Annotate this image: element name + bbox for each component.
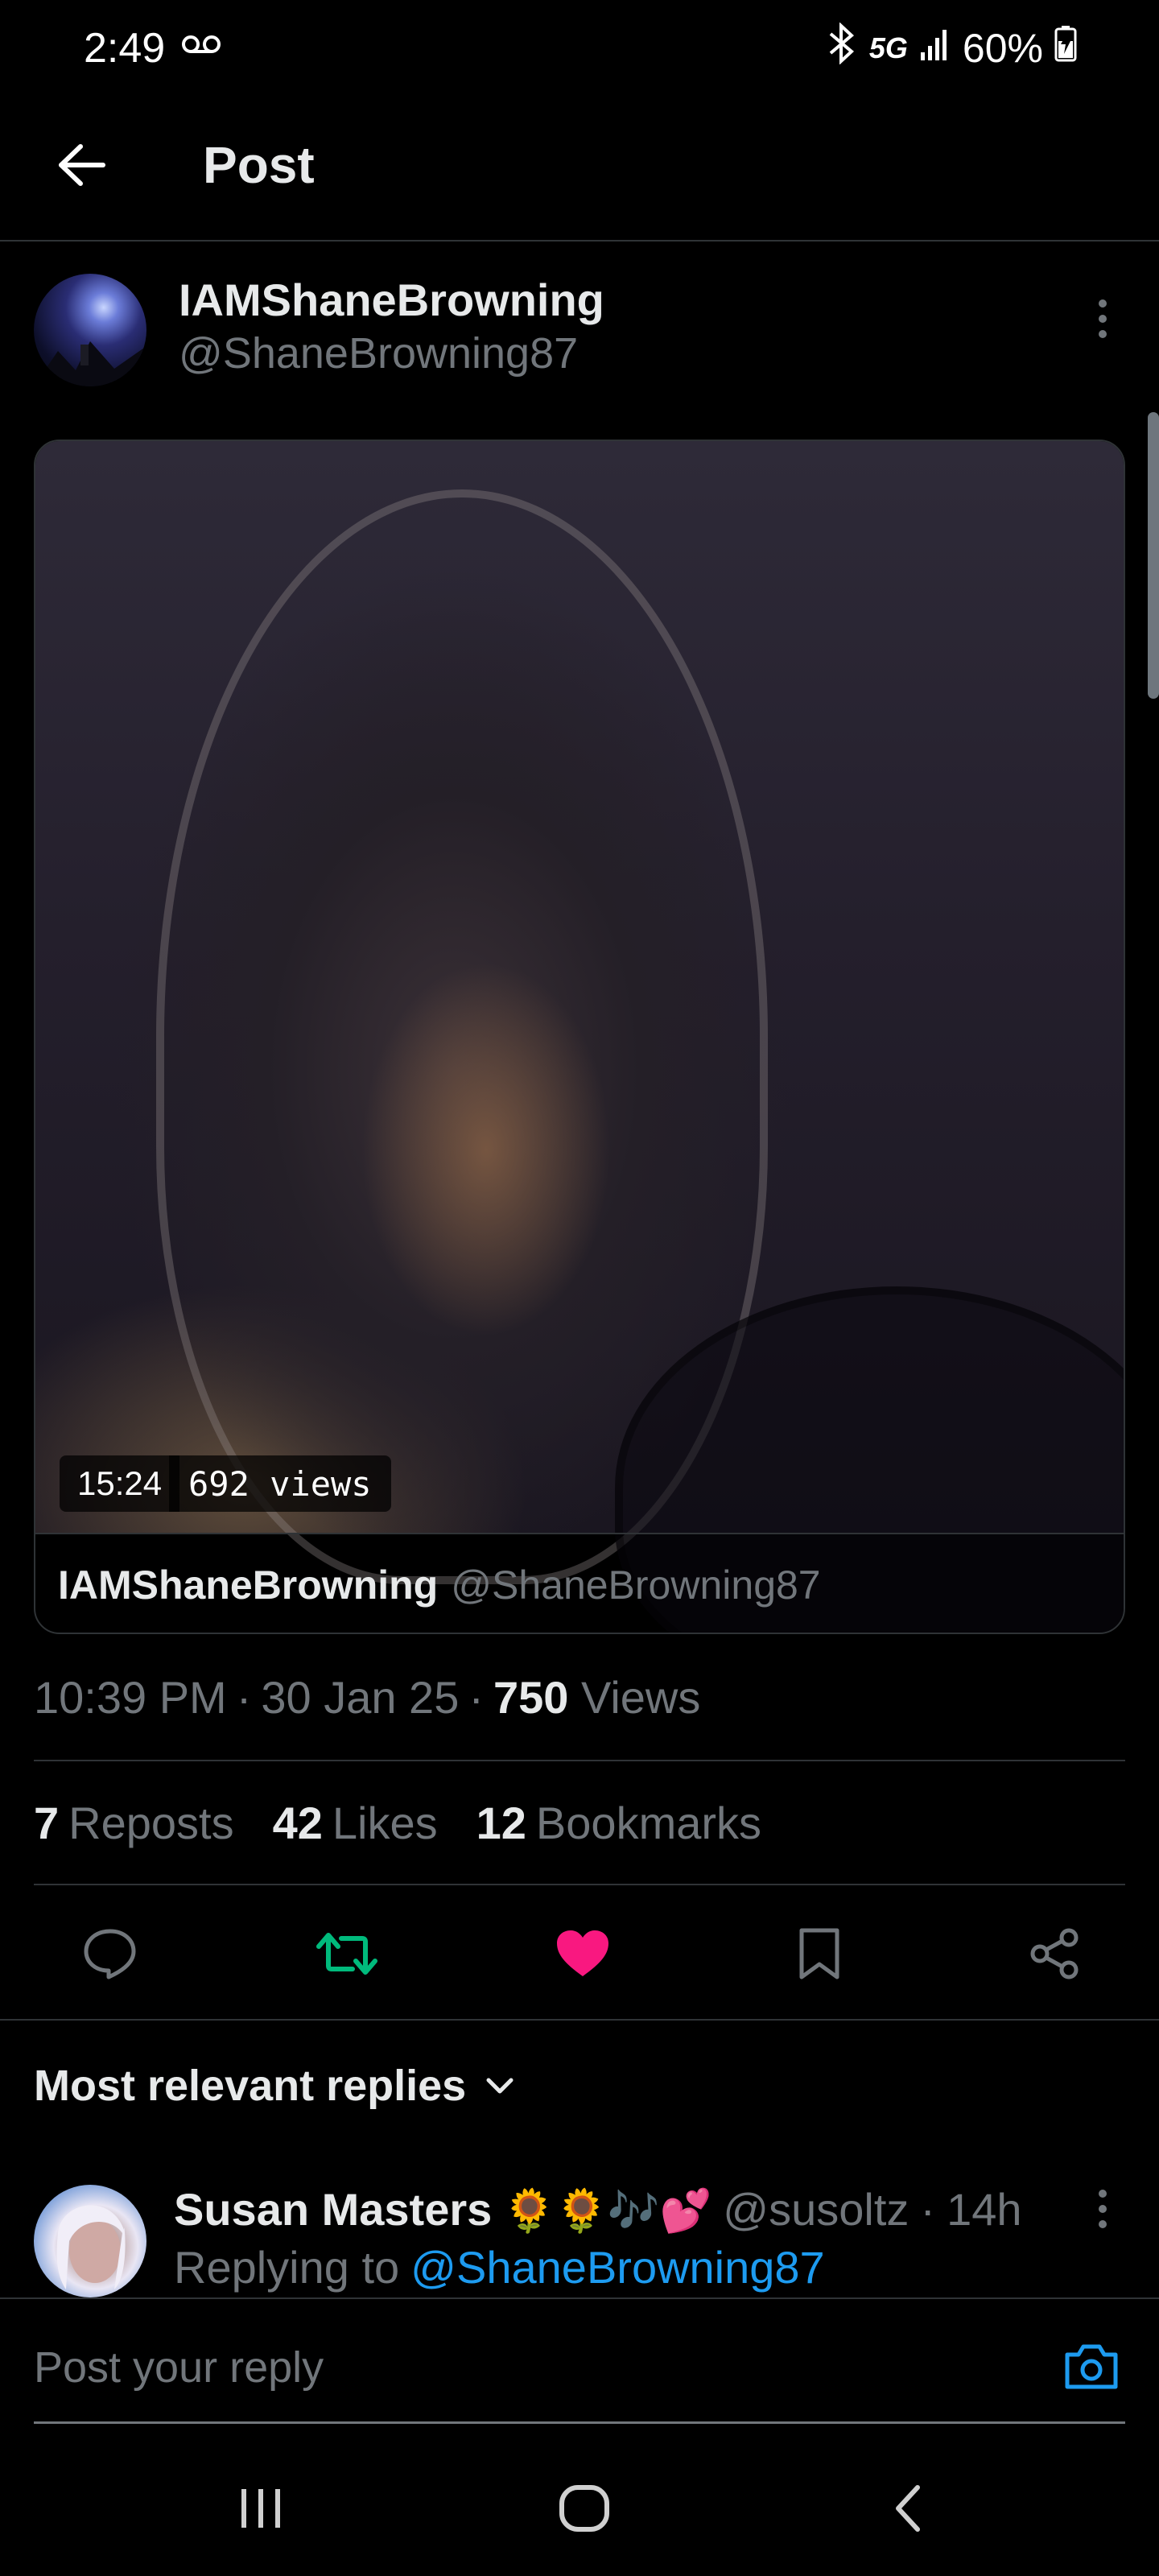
reply-avatar[interactable] [34,2185,146,2297]
battery-icon [1054,25,1077,72]
chevron-left-icon [896,2485,920,2532]
network-type: 5G [868,31,908,64]
scrollbar[interactable] [1148,412,1159,699]
card-author-handle: @ShaneBrowning87 [451,1563,821,1608]
views-count: 750 [493,1672,569,1723]
reply-context: Replying to @ShaneBrowning87 [174,2241,825,2293]
camera-button[interactable] [1059,2334,1124,2399]
bookmarks-stat[interactable]: 12 Bookmarks [476,1797,761,1849]
repost-button[interactable] [311,1918,383,1990]
arrow-left-icon [59,144,105,186]
system-back-button[interactable] [860,2460,956,2557]
bluetooth-icon [826,22,858,74]
author-name[interactable]: IAMShaneBrowning [179,274,604,326]
reply-author-emoji: 🌻🌻🎶💕 [503,2188,712,2235]
card-author-name: IAMShaneBrowning [58,1563,439,1608]
likes-stat[interactable]: 42 Likes [273,1797,438,1849]
video-card-footer[interactable]: IAMShaneBrowning @ShaneBrowning87 [35,1533,1124,1633]
replies-sort-dropdown[interactable]: Most relevant replies [34,2061,516,2111]
repost-icon [316,1933,377,1975]
back-button[interactable] [45,129,118,201]
author-handle[interactable]: @ShaneBrowning87 [179,328,578,378]
bookmark-icon [799,1928,839,1979]
views-label: Views [581,1672,701,1723]
replying-label: Replying to [174,2242,400,2293]
more-vertical-icon [1099,299,1107,308]
status-time: 2:49 [84,25,166,72]
voicemail-icon [182,32,221,56]
replying-to-link[interactable]: @ShaneBrowning87 [410,2241,825,2293]
composer-underline [34,2421,1125,2424]
post-time: 10:39 PM [34,1672,227,1723]
heart-icon [557,1930,608,1976]
recents-icon [241,2489,280,2528]
share-button[interactable] [1019,1918,1091,1990]
comment-icon [84,1929,136,1979]
post-date: 30 Jan 25 [261,1672,460,1723]
reply-time: 14h [947,2184,1022,2235]
post-meta: 10:39 PM · 30 Jan 25 · 750 Views [34,1672,701,1723]
chevron-down-icon [486,2078,514,2094]
video-views: 692 views [169,1455,391,1512]
meta-divider [34,1760,1125,1761]
action-bar [34,1909,1125,1998]
signal-icon [919,25,951,72]
bookmark-button[interactable] [783,1918,856,1990]
like-button[interactable] [547,1918,619,1990]
status-indicators: 5G 60% [826,22,1077,74]
video-card[interactable]: 15:24 692 views IAMShaneBrowning @ShaneB… [34,440,1125,1634]
camera-icon [1065,2344,1118,2389]
reply-input[interactable]: Post your reply [34,2343,324,2392]
reply-author-handle[interactable]: @susoltz [723,2183,909,2235]
reposts-stat[interactable]: 7 Reposts [34,1797,234,1849]
battery-level: 60% [962,26,1043,71]
author-avatar[interactable] [34,274,146,386]
recents-button[interactable] [212,2460,309,2557]
header-divider [0,240,1159,242]
more-vertical-icon [1099,2190,1107,2198]
video-player[interactable]: 15:24 692 views [35,441,1124,1633]
actions-divider [0,2019,1159,2021]
home-icon [559,2485,609,2532]
page-title: Post [203,136,315,194]
post-more-button[interactable] [1087,287,1119,351]
reply-author-name[interactable]: Susan Masters [174,2183,492,2235]
home-button[interactable] [536,2460,633,2557]
reply-button[interactable] [74,1918,146,1990]
video-duration: 15:24 [60,1455,180,1512]
share-icon [1030,1928,1079,1979]
replies-sort-label: Most relevant replies [34,2062,467,2110]
post-stats: 7 Reposts 42 Likes 12 Bookmarks [34,1797,761,1849]
stats-divider [34,1884,1125,1885]
reply-more-button[interactable] [1087,2177,1119,2241]
reply-header: Susan Masters 🌻🌻🎶💕 @susoltz · 14h [174,2183,1022,2235]
